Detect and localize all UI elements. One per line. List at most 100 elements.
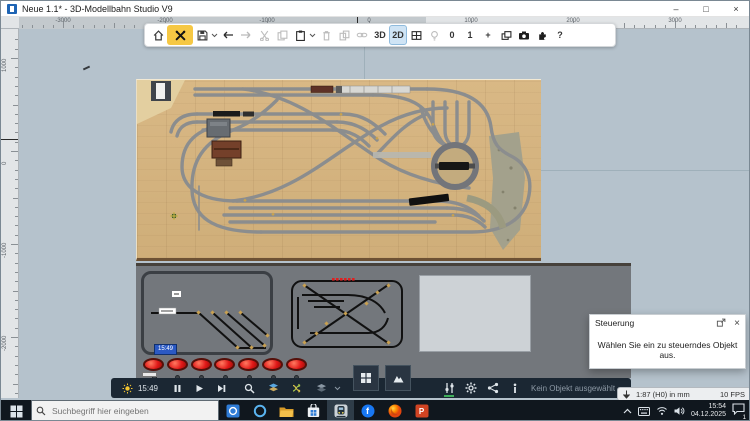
switchboard-panel-right[interactable] [419, 275, 531, 352]
grid-button[interactable] [407, 25, 425, 45]
redo-button[interactable] [237, 25, 255, 45]
close-button[interactable]: × [721, 1, 750, 17]
action-center-icon[interactable]: 1 [732, 402, 745, 420]
tray-clock[interactable]: 15:54 04.12.2025 [691, 403, 726, 419]
layer-0-button[interactable]: 0 [443, 25, 461, 45]
switchboard-view-button[interactable] [353, 365, 379, 391]
ruler-tick [644, 25, 645, 28]
fps-value: 10 FPS [720, 390, 745, 399]
ruler-tick [15, 170, 18, 171]
ruler-tick [15, 39, 18, 40]
tray-expand-icon[interactable] [623, 408, 632, 414]
signal-lamp[interactable] [191, 358, 212, 371]
signal-button[interactable] [238, 358, 260, 380]
add-layer-button[interactable]: + [479, 25, 497, 45]
save-button[interactable] [193, 25, 211, 45]
ruler-tick [22, 25, 23, 28]
cut-button[interactable] [255, 25, 273, 45]
help-button[interactable]: ? [551, 25, 569, 45]
play-button[interactable] [191, 378, 207, 398]
switchboard-panel-middle[interactable] [286, 271, 409, 355]
maximize-button[interactable]: □ [691, 1, 721, 17]
switchboard-area[interactable]: 15:49 [136, 263, 631, 378]
turntable[interactable] [434, 145, 476, 187]
duplicate-button[interactable] [335, 25, 353, 45]
ruler-tick [15, 142, 18, 143]
plugins-button[interactable] [533, 25, 551, 45]
home-button[interactable] [149, 25, 167, 45]
zoom-tool-icon[interactable] [241, 378, 257, 398]
selection-status: Kein Objekt ausgewählt [531, 384, 615, 393]
light-button[interactable] [425, 25, 443, 45]
ruler-tick [15, 86, 18, 87]
signal-button[interactable] [262, 358, 284, 380]
save-dropdown[interactable] [211, 25, 219, 45]
tray-time: 15:54 [691, 403, 726, 411]
delete-button[interactable] [317, 25, 335, 45]
ruler-tick [15, 300, 18, 301]
paste-button[interactable] [291, 25, 309, 45]
switchboard-panel-left[interactable]: 15:49 [141, 271, 273, 355]
ruler-tick [11, 151, 18, 152]
paste-dropdown[interactable] [309, 25, 317, 45]
step-button[interactable] [213, 378, 229, 398]
search-input[interactable] [50, 405, 200, 417]
signal-button[interactable] [214, 358, 236, 380]
ruler-tick [15, 67, 18, 68]
camera-button[interactable] [515, 25, 533, 45]
daylight-icon[interactable] [119, 378, 135, 398]
photos-icon[interactable] [219, 400, 246, 421]
main-toolbar: 3D 2D 0 1 + ? [144, 23, 616, 47]
copy-button[interactable] [273, 25, 291, 45]
signal-lamp[interactable] [167, 358, 188, 371]
settings-tab-button[interactable] [463, 378, 479, 398]
signal-lamp[interactable] [214, 358, 235, 371]
ruler-tick [13, 384, 18, 385]
popout-icon[interactable] [716, 318, 726, 328]
info-tab-button[interactable] [507, 378, 523, 398]
powerpoint-icon[interactable]: P [408, 400, 435, 421]
scale-value[interactable]: 1:87 (H0) in mm [636, 390, 690, 399]
simulation-bar: 15:49 Kein Objekt ausgewählt [111, 378, 631, 398]
signal-button[interactable] [286, 358, 308, 380]
tools-mode-button[interactable] [167, 25, 193, 45]
network-icon[interactable] [656, 406, 668, 416]
link-button[interactable] [353, 25, 371, 45]
layers-icon[interactable] [265, 378, 281, 398]
control-tab-button[interactable] [441, 378, 457, 398]
start-button[interactable] [1, 400, 31, 421]
modellbahn-studio-icon[interactable] [327, 400, 354, 421]
microsoft-store-icon[interactable] [300, 400, 327, 421]
windows-button[interactable] [497, 25, 515, 45]
undo-button[interactable] [219, 25, 237, 45]
pause-button[interactable] [169, 378, 185, 398]
firefox-icon[interactable] [381, 400, 408, 421]
signal-lamp[interactable] [262, 358, 283, 371]
ruler-vertical: 10000-1000-2000 [1, 29, 19, 398]
file-explorer-icon[interactable] [273, 400, 300, 421]
signal-lamp[interactable] [143, 358, 164, 371]
signal-button[interactable] [167, 358, 189, 380]
layer-select-icon[interactable] [313, 378, 329, 398]
terrain-view-button[interactable] [385, 365, 411, 391]
layout-board[interactable] [136, 79, 541, 261]
layer-1-button[interactable]: 1 [461, 25, 479, 45]
taskbar-search[interactable] [31, 400, 219, 421]
signal-row-label [142, 372, 157, 377]
facebook-icon[interactable]: f [354, 400, 381, 421]
volume-icon[interactable] [674, 406, 685, 416]
view-3d-button[interactable]: 3D [371, 25, 389, 45]
shuffle-icon[interactable] [289, 378, 305, 398]
workspace[interactable]: 15:49 [19, 29, 750, 398]
signal-button[interactable] [191, 358, 213, 380]
touch-keyboard-icon[interactable] [638, 407, 650, 416]
layer-select-dropdown[interactable] [329, 378, 345, 398]
signal-lamp[interactable] [286, 358, 307, 371]
view-2d-button[interactable]: 2D [389, 25, 407, 45]
cortana-icon[interactable] [246, 400, 273, 421]
connections-tab-button[interactable] [485, 378, 501, 398]
minimize-button[interactable]: – [661, 1, 691, 17]
signal-lamp[interactable] [238, 358, 259, 371]
ruler-tick [15, 281, 18, 282]
steuerung-close-icon[interactable]: × [734, 318, 740, 329]
